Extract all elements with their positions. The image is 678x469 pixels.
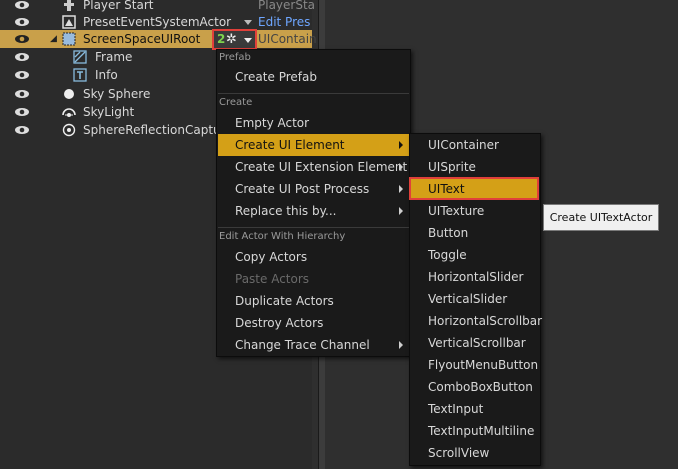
submenu-item-verticalscrollbar[interactable]: VerticalScrollbar	[411, 332, 539, 354]
menu-divider	[218, 93, 409, 94]
sphere-icon	[64, 89, 74, 99]
outliner-row-label: Info	[95, 68, 118, 82]
submenu-item-uitexture[interactable]: UITexture	[411, 200, 539, 222]
eye-icon[interactable]	[14, 89, 30, 99]
submenu-item-textinput[interactable]: TextInput	[411, 398, 539, 420]
eye-icon[interactable]	[14, 17, 30, 27]
submenu-item-uitext[interactable]: UIText	[411, 178, 539, 200]
submenu-arrow-icon	[399, 141, 403, 149]
section-header-create: Create	[219, 97, 253, 108]
menu-item-label: Create UI Extension Element	[235, 160, 408, 174]
submenu-arrow-icon	[399, 341, 403, 349]
eye-icon[interactable]	[14, 70, 30, 80]
tooltip: Create UITextActor	[543, 204, 659, 231]
section-header-edit-hierarchy: Edit Actor With Hierarchy	[219, 231, 346, 242]
submenu-item-toggle[interactable]: Toggle	[411, 244, 539, 266]
outliner-row-label: PresetEventSystemActor	[83, 15, 232, 29]
chevron-down-icon	[244, 38, 252, 43]
menu-item-destroy-actors[interactable]: Destroy Actors	[218, 312, 409, 334]
outliner-row-label: Player Start	[83, 0, 154, 12]
submenu-item-verticalslider[interactable]: VerticalSlider	[411, 288, 539, 310]
type-column-value: PlayerSta	[258, 0, 316, 12]
outliner-row-preset-event-system[interactable]: PresetEventSystemActor Edit Pres	[0, 13, 312, 31]
menu-item-replace-this-by[interactable]: Replace this by...	[218, 200, 409, 222]
eye-icon[interactable]	[14, 107, 30, 117]
submenu-arrow-icon	[399, 163, 403, 171]
menu-item-paste-actors: Paste Actors	[235, 272, 310, 286]
menu-divider	[218, 227, 409, 228]
eye-icon[interactable]	[14, 52, 30, 62]
gear-icon: ✲	[226, 32, 237, 47]
submenu-item-uicontainer[interactable]: UIContainer	[411, 134, 539, 156]
outliner-row-label: SkyLight	[83, 105, 135, 119]
submenu-item-uisprite[interactable]: UISprite	[411, 156, 539, 178]
reflection-capture-icon	[62, 123, 76, 137]
collapse-arrow-icon[interactable]: ◢	[50, 30, 57, 48]
menu-item-label: Change Trace Channel	[235, 338, 370, 352]
menu-item-create-ui-element[interactable]: Create UI Element	[218, 134, 409, 156]
text-icon	[73, 68, 87, 82]
outliner-row-label: Frame	[95, 50, 133, 64]
ui-element-menu-button[interactable]: 2 ✲	[212, 29, 257, 50]
edit-preset-link[interactable]: Edit Pres	[258, 13, 326, 31]
chevron-down-icon[interactable]	[244, 20, 252, 25]
type-column-value: UIContain	[258, 32, 317, 46]
context-menu: Prefab Create Prefab Create Empty Actor …	[216, 49, 411, 357]
frame-icon	[73, 50, 87, 64]
menu-item-label: Create UI Post Process	[235, 182, 370, 196]
submenu-item-flyoutmenubutton[interactable]: FlyoutMenuButton	[411, 354, 539, 376]
outliner-row-label: ScreenSpaceUIRoot	[83, 32, 201, 46]
submenu-arrow-icon	[399, 185, 403, 193]
submenu-item-horizontalslider[interactable]: HorizontalSlider	[411, 266, 539, 288]
submenu-item-button[interactable]: Button	[411, 222, 539, 244]
menu-item-create-prefab[interactable]: Create Prefab	[218, 66, 409, 88]
submenu-item-horizontalscrollbar[interactable]: HorizontalScrollbar	[411, 310, 542, 332]
eye-icon[interactable]	[14, 0, 30, 10]
create-ui-element-submenu: UIContainer UISprite UIText UITexture Button…	[409, 133, 542, 466]
submenu-item-textinputmultiline[interactable]: TextInputMultiline	[411, 420, 539, 442]
menu-item-copy-actors[interactable]: Copy Actors	[218, 246, 409, 268]
outliner-row-label: Sky Sphere	[83, 87, 151, 101]
submenu-item-scrollview[interactable]: ScrollView	[411, 442, 539, 464]
skylight-icon	[62, 108, 76, 117]
submenu-arrow-icon	[399, 207, 403, 215]
outliner-row-player-start[interactable]: Player Start PlayerSta	[0, 0, 315, 14]
outliner-row-screen-space-ui-root[interactable]: ◢ ScreenSpaceUIRoot UIContain	[0, 30, 317, 48]
submenu-item-comboboxbutton[interactable]: ComboBoxButton	[411, 376, 539, 398]
actor-icon	[62, 15, 76, 29]
eye-icon[interactable]	[14, 34, 30, 44]
menu-item-create-ui-post-process[interactable]: Create UI Post Process	[218, 178, 409, 200]
section-header-prefab: Prefab	[219, 52, 251, 63]
menu-item-label: Replace this by...	[235, 204, 337, 218]
element-count: 2	[217, 32, 226, 46]
menu-item-label: Create UI Element	[235, 138, 345, 152]
menu-item-empty-actor[interactable]: Empty Actor	[218, 112, 409, 134]
player-start-icon	[64, 0, 74, 11]
menu-item-change-trace-channel[interactable]: Change Trace Channel	[218, 334, 409, 356]
menu-item-create-ui-extension[interactable]: Create UI Extension Element	[218, 156, 409, 178]
outliner-row-label: SphereReflectionCapture	[83, 123, 233, 137]
ui-root-icon	[62, 32, 76, 46]
eye-icon[interactable]	[14, 125, 30, 135]
menu-item-duplicate-actors[interactable]: Duplicate Actors	[218, 290, 409, 312]
